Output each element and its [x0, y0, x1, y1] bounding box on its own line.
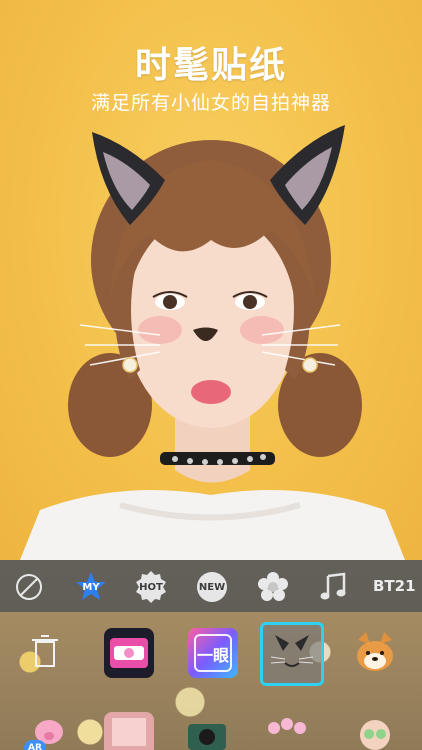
- sticker-cat-ears-selected[interactable]: [260, 622, 324, 686]
- shiba-dog-icon: [357, 632, 393, 671]
- tab-none[interactable]: [12, 570, 46, 604]
- sticker-camera[interactable]: [182, 714, 232, 750]
- photo-frame-icon: [112, 718, 146, 746]
- sticker-photo-frame[interactable]: [104, 712, 154, 750]
- sticker-yiyan[interactable]: 一眼: [188, 628, 238, 678]
- cat-face-sticker-icon: [270, 635, 314, 667]
- camera-preview: 时髦贴纸 满足所有小仙女的自拍神器: [0, 0, 422, 560]
- sticker-pig-ar[interactable]: AR: [24, 710, 74, 750]
- sticker-face-mask[interactable]: [350, 710, 400, 750]
- no-sticker-icon: [16, 574, 42, 600]
- music-note-icon: [320, 572, 346, 600]
- tab-hot-label: HOT: [139, 582, 163, 593]
- tab-flower[interactable]: [256, 570, 290, 604]
- sticker-yiyan-label: 一眼: [196, 646, 229, 665]
- hello-kitty-sticker-icon: [110, 638, 148, 668]
- tab-my-label: MY: [82, 582, 100, 593]
- sticker-flower-crown[interactable]: [262, 710, 312, 750]
- sticker-panel: MY HOT NEW BT21 一眼 AR: [0, 560, 422, 750]
- trash-button[interactable]: [20, 626, 70, 676]
- face-mask-icon: [360, 720, 390, 750]
- headline-subtitle: 满足所有小仙女的自拍神器: [90, 92, 331, 114]
- ar-badge: AR: [24, 740, 46, 750]
- sticker-shiba-dog[interactable]: [350, 628, 400, 678]
- sticker-hello-kitty[interactable]: [104, 628, 154, 678]
- headline-title: 时髦贴纸: [134, 45, 287, 86]
- tab-new-label: NEW: [198, 582, 226, 593]
- tab-my[interactable]: MY: [74, 570, 108, 604]
- flower-icon: [258, 572, 288, 601]
- camera-icon: [188, 724, 226, 750]
- tab-new[interactable]: NEW: [195, 570, 229, 604]
- tab-music[interactable]: [316, 570, 350, 604]
- tab-hot[interactable]: HOT: [134, 570, 168, 604]
- sticker-category-bar: MY HOT NEW BT21: [0, 560, 422, 612]
- trash-icon: [32, 635, 58, 667]
- tab-bt21[interactable]: BT21: [373, 577, 416, 595]
- flower-crown-icon: [268, 718, 306, 734]
